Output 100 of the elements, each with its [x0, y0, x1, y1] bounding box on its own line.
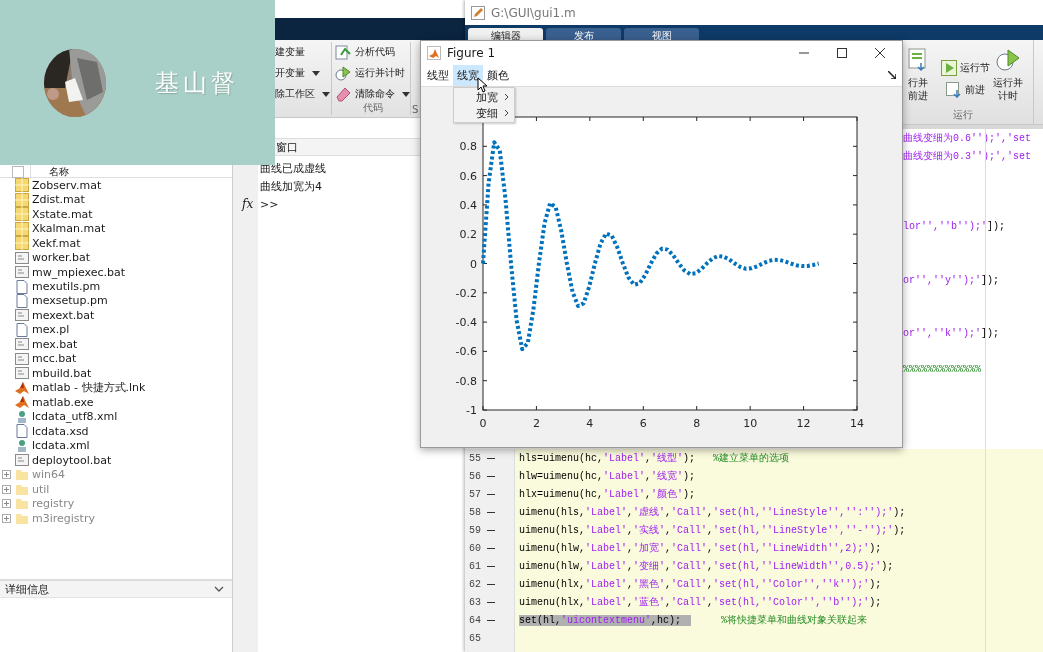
code-line: uimenu(hls,'Label','实线','Call','set(hl,''LineStyle'',''-'');');: [519, 523, 906, 538]
file-name[interactable]: mex.pl: [32, 323, 70, 337]
file-name[interactable]: mexext.bat: [32, 308, 95, 322]
code-comment: %将快捷菜单和曲线对象关联起来: [721, 613, 868, 628]
tick-label: -0.8: [455, 374, 477, 388]
tick-label: 10: [743, 417, 758, 430]
file-name[interactable]: worker.bat: [32, 251, 91, 265]
folder-icon: [15, 511, 29, 525]
code-line: 曲线变细为0.3'');','set: [903, 149, 1031, 163]
code-line: uimenu(hlx,'Label','黑色','Call','set(hl,''Color'',''k'');');: [519, 578, 882, 592]
grid-file-icon: [15, 192, 29, 207]
menu-item[interactable]: 颜色: [483, 64, 513, 86]
file-name[interactable]: mw_mpiexec.bat: [32, 265, 126, 279]
file-name[interactable]: registry: [32, 497, 75, 511]
toolstrip-button[interactable]: 运行并计时: [335, 65, 410, 80]
script-file-icon: [15, 250, 29, 265]
xml-file-icon: [15, 438, 29, 453]
file-name[interactable]: Xkalman.mat: [32, 222, 106, 236]
menu-item[interactable]: 线型: [423, 64, 453, 86]
document-icon: [15, 424, 29, 439]
expand-icon[interactable]: [2, 470, 11, 480]
toolstrip-button[interactable]: 前进: [946, 82, 985, 98]
expand-icon[interactable]: [2, 499, 11, 509]
banner-title: 基山督: [155, 68, 239, 98]
caret-icon: [322, 90, 330, 97]
grid-file-icon: [15, 178, 29, 193]
document-icon: [15, 294, 29, 308]
line-number: 62: [469, 578, 495, 590]
file-name[interactable]: matlab - 快捷方式.lnk: [32, 380, 146, 396]
dock-arrow-icon[interactable]: [888, 71, 896, 79]
script-file-icon: [15, 337, 29, 352]
line-number: 61: [469, 560, 495, 572]
tick-label: -0.6: [455, 345, 477, 359]
file-name[interactable]: Xstate.mat: [32, 207, 93, 221]
tick-label: 14: [850, 417, 864, 430]
caret-icon: [312, 69, 320, 76]
file-name[interactable]: win64: [32, 468, 66, 482]
toolstrip-button[interactable]: 运行并计时: [991, 48, 1025, 102]
close-icon[interactable]: [874, 46, 886, 59]
maximize-icon[interactable]: [836, 46, 848, 59]
select-all-checkbox[interactable]: [12, 165, 24, 178]
file-name[interactable]: deploytool.bat: [32, 453, 112, 467]
toolstrip-button[interactable]: 开变量: [275, 65, 331, 80]
details-header[interactable]: 详细信息: [5, 581, 49, 597]
file-name[interactable]: Zobserv.mat: [32, 178, 102, 192]
expand-icon[interactable]: [2, 484, 11, 494]
toolstrip-button[interactable]: 行并前进: [901, 48, 935, 102]
expand-icon[interactable]: [2, 513, 11, 523]
code-line: or'',''k'');']);: [903, 328, 1000, 340]
file-name[interactable]: mcc.bat: [32, 352, 77, 366]
file-name[interactable]: lcdata.xsd: [32, 424, 89, 438]
tick-label: 8: [693, 417, 701, 430]
toolstrip-button[interactable]: 除工作区: [275, 86, 331, 101]
line-number: 59: [469, 524, 495, 536]
file-name[interactable]: m3iregistry: [32, 511, 95, 525]
menu-item[interactable]: 线宽: [453, 64, 483, 86]
document-icon: [15, 279, 29, 294]
toolstrip-button[interactable]: 建变量: [275, 44, 331, 59]
window-title: G:\GUI\gui1.m: [491, 5, 576, 20]
command-prompt[interactable]: >>: [260, 196, 279, 214]
caret-icon: [402, 90, 410, 97]
eraser-icon: [335, 85, 351, 102]
script-file-icon: [15, 308, 29, 323]
file-name[interactable]: lcdata_utf8.xml: [32, 410, 118, 424]
code-line: hlw=uimenu(hc,'Label','线宽');: [519, 469, 696, 484]
code-line: uimenu(hlw,'Label','变细','Call','set(hl,''LineWidth'',0.5);');: [519, 559, 894, 574]
grid-file-icon: [15, 236, 29, 251]
section-label: 运行: [953, 108, 973, 122]
file-name[interactable]: mex.bat: [32, 337, 78, 351]
code-line: uimenu(hlw,'Label','加宽','Call','set(hl,''LineWidth'',2);');: [519, 541, 882, 556]
chevron-down-icon[interactable]: [214, 585, 224, 593]
line-number: 64: [469, 614, 495, 626]
code-line: hlx=uimenu(hc,'Label','颜色');: [519, 487, 696, 502]
command-output: 曲线加宽为4: [260, 179, 322, 195]
peak-logo-icon: [15, 395, 29, 410]
script-file-icon: [15, 351, 29, 366]
tick-label: -1: [466, 404, 477, 417]
ribbon-tab[interactable]: 发布: [546, 28, 621, 40]
file-name[interactable]: Zdist.mat: [32, 193, 85, 207]
file-name[interactable]: lcdata.xml: [32, 439, 90, 453]
menu-item[interactable]: 变细: [454, 105, 514, 121]
file-name[interactable]: Xekf.mat: [32, 236, 81, 250]
file-name[interactable]: util: [32, 482, 50, 496]
fx-label: fx: [242, 197, 254, 211]
code-line: %%%%%%%%%%%%%: [903, 363, 981, 375]
tick-label: 0: [470, 257, 477, 271]
run-advance-icon: [907, 48, 929, 72]
menu-item[interactable]: 加宽: [454, 89, 514, 105]
panel-title: 窗口: [276, 139, 298, 155]
script-file-icon: [15, 366, 29, 381]
file-name[interactable]: matlab.exe: [32, 395, 94, 409]
file-name[interactable]: mexutils.pm: [32, 280, 101, 293]
toolstrip-button[interactable]: 分析代码: [335, 44, 410, 59]
toolstrip-button[interactable]: 运行节: [941, 60, 990, 76]
ribbon-tab[interactable]: 编辑器: [468, 28, 543, 40]
ribbon-tab[interactable]: 视图: [624, 28, 699, 40]
toolstrip-button[interactable]: 清除命令: [335, 86, 410, 101]
file-name[interactable]: mbuild.bat: [32, 366, 92, 380]
file-name[interactable]: mexsetup.pm: [32, 294, 108, 308]
stopwatch-icon: [996, 48, 1020, 72]
